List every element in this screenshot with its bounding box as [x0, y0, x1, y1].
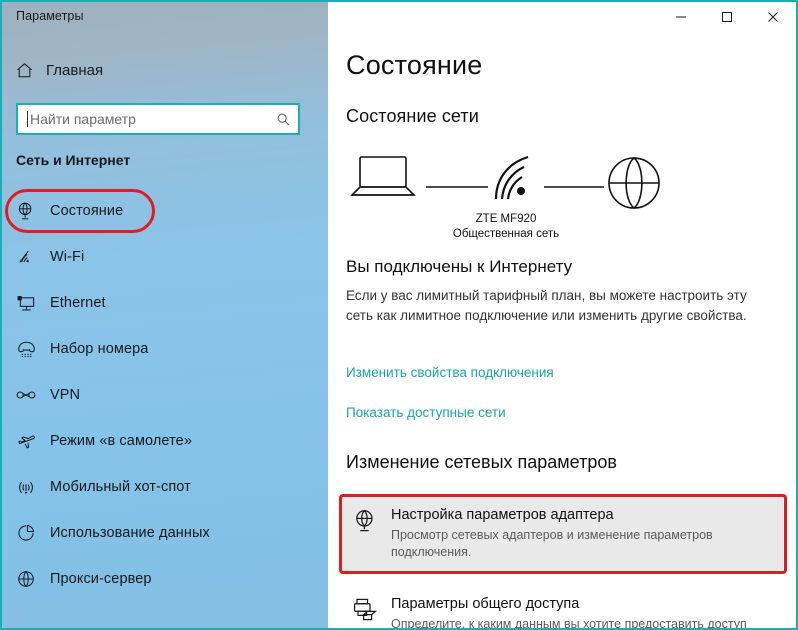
page-title: Состояние [346, 50, 483, 80]
sidebar-item-vpn[interactable]: VPN [2, 372, 328, 418]
section-heading-change-network-settings: Изменение сетевых параметров [346, 452, 617, 472]
sharing-printer-folder-icon [339, 595, 391, 623]
home-icon [2, 61, 46, 80]
network-diagram: ZTE MF920 Общественная сеть [346, 147, 666, 242]
option-text: Параметры общего доступа Определите, к к… [391, 595, 757, 628]
dialup-phone-icon [2, 340, 50, 359]
option-subtitle: Определите, к каким данным вы хотите пре… [391, 617, 747, 628]
search-input[interactable] [28, 106, 268, 132]
sidebar-item-wifi[interactable]: Wi-Fi [2, 234, 328, 280]
sidebar-item-home[interactable]: Главная [2, 54, 328, 86]
sidebar-item-label: Набор номера [50, 341, 149, 357]
option-title: Настройка параметров адаптера [391, 507, 614, 523]
sidebar-item-status[interactable]: Состояние [2, 188, 328, 234]
sidebar-nav: Состояние Wi-Fi Ethernet Набор номера VP… [2, 188, 328, 602]
airplane-icon [2, 431, 50, 451]
sidebar-item-dialup[interactable]: Набор номера [2, 326, 328, 372]
sidebar: Параметры Главная Сеть и Интернет [2, 2, 328, 628]
option-subtitle: Просмотр сетевых адаптеров и изменение п… [391, 528, 713, 559]
sidebar-item-proxy[interactable]: Прокси-сервер [2, 556, 328, 602]
search-icon[interactable] [268, 112, 298, 127]
vpn-icon [2, 387, 50, 403]
sidebar-item-mobile-hotspot[interactable]: Мобильный хот-спот [2, 464, 328, 510]
option-sharing-settings[interactable]: Параметры общего доступа Определите, к к… [339, 585, 783, 628]
minimize-button[interactable] [658, 2, 704, 32]
link-show-available-networks[interactable]: Показать доступные сети [346, 405, 506, 420]
window-title: Параметры [16, 9, 84, 23]
option-title: Параметры общего доступа [391, 596, 580, 612]
sidebar-item-label: Мобильный хот-спот [50, 479, 191, 495]
sidebar-item-label: VPN [50, 387, 81, 403]
link-change-connection-properties[interactable]: Изменить свойства подключения [346, 365, 554, 380]
connection-description: Если у вас лимитный тарифный план, вы мо… [346, 288, 747, 323]
sidebar-item-label: Режим «в самолете» [50, 433, 193, 449]
connection-heading: Вы подключены к Интернету [346, 257, 573, 276]
network-name-label: ZTE MF920 [475, 213, 537, 225]
network-status-icon [2, 201, 50, 221]
settings-window: Параметры Главная Сеть и Интернет [0, 0, 798, 630]
main-content: Состояние Состояние сети ZTE MF920 Общес… [328, 2, 796, 628]
sidebar-item-label: Ethernet [50, 295, 106, 311]
sidebar-item-data-usage[interactable]: Использование данных [2, 510, 328, 556]
sidebar-home-label: Главная [46, 61, 104, 79]
sidebar-item-label: Состояние [50, 203, 124, 219]
close-button[interactable] [750, 2, 796, 32]
globe-icon [2, 569, 50, 589]
sidebar-item-label: Использование данных [50, 525, 210, 541]
search-box[interactable] [16, 103, 300, 135]
section-heading-network-status: Состояние сети [346, 106, 479, 126]
data-usage-pie-icon [2, 523, 50, 543]
option-adapter-settings[interactable]: Настройка параметров адаптера Просмотр с… [339, 496, 783, 572]
ethernet-icon [2, 294, 50, 313]
sidebar-item-label: Прокси-сервер [50, 571, 152, 587]
network-type-label: Общественная сеть [452, 228, 560, 240]
wifi-icon [2, 248, 50, 266]
sidebar-group-title: Сеть и Интернет [16, 152, 131, 168]
sidebar-item-airplane-mode[interactable]: Режим «в самолете» [2, 418, 328, 464]
maximize-button[interactable] [704, 2, 750, 32]
adapter-globe-monitor-icon [339, 506, 391, 534]
window-controls [658, 2, 796, 32]
option-text: Настройка параметров адаптера Просмотр с… [391, 506, 766, 561]
sidebar-item-ethernet[interactable]: Ethernet [2, 280, 328, 326]
hotspot-icon [2, 478, 50, 497]
sidebar-item-label: Wi-Fi [50, 249, 85, 265]
